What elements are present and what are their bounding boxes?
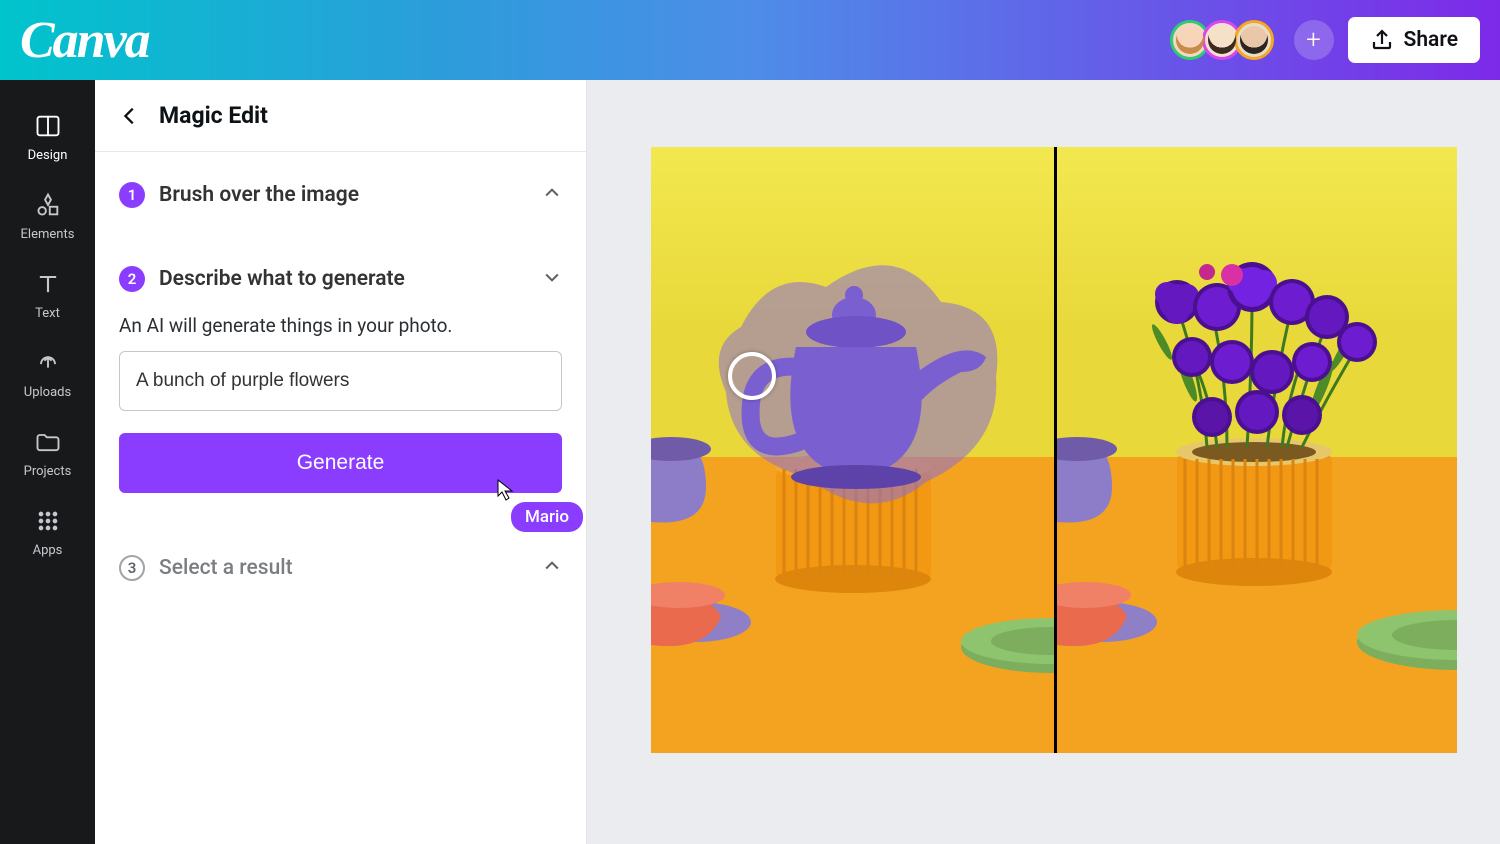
step-2[interactable]: 2 Describe what to generate — [119, 258, 562, 300]
magic-edit-panel: Magic Edit 1 Brush over the image 2 Desc… — [95, 80, 587, 844]
sidebar-item-text[interactable]: Text — [0, 256, 95, 335]
back-button[interactable] — [119, 105, 141, 127]
step-number: 3 — [119, 555, 145, 581]
step-label: Brush over the image — [159, 183, 359, 207]
step-1[interactable]: 1 Brush over the image — [119, 174, 562, 216]
canvas-area[interactable] — [587, 80, 1500, 844]
sidebar-item-label: Text — [35, 306, 60, 321]
step-description: An AI will generate things in your photo… — [119, 314, 562, 337]
app-header: Canva + Share — [0, 0, 1500, 80]
apps-icon — [34, 507, 62, 535]
sidebar-item-label: Elements — [21, 227, 75, 242]
header-actions: + Share — [1170, 17, 1480, 63]
add-collaborator-button[interactable]: + — [1294, 20, 1334, 60]
sidebar-item-label: Projects — [24, 464, 72, 479]
sidebar-item-design[interactable]: Design — [0, 98, 95, 177]
after-image[interactable] — [1057, 147, 1457, 753]
avatar[interactable] — [1234, 20, 1274, 60]
share-label: Share — [1404, 28, 1458, 52]
before-image[interactable] — [651, 147, 1054, 753]
step-label: Describe what to generate — [159, 267, 405, 291]
sidebar-item-projects[interactable]: Projects — [0, 414, 95, 493]
text-icon — [34, 270, 62, 298]
chevron-left-icon — [119, 105, 141, 127]
cursor-icon — [497, 479, 515, 501]
panel-body: 1 Brush over the image 2 Describe what t… — [95, 152, 586, 611]
sidebar-item-label: Apps — [33, 543, 63, 558]
generate-button[interactable]: Generate — [119, 433, 562, 493]
collaborator-name-badge: Mario — [511, 502, 583, 532]
projects-icon — [34, 428, 62, 456]
canva-logo: Canva — [20, 11, 149, 70]
chevron-down-icon — [542, 267, 562, 291]
panel-header: Magic Edit — [95, 80, 586, 152]
uploads-icon — [34, 349, 62, 377]
sidebar-item-label: Design — [28, 148, 68, 163]
step-number: 2 — [119, 266, 145, 292]
chevron-up-icon — [542, 183, 562, 207]
collaborator-avatars — [1170, 20, 1274, 60]
before-after-pair — [651, 147, 1457, 753]
step-label: Select a result — [159, 556, 293, 580]
sidebar-item-apps[interactable]: Apps — [0, 493, 95, 572]
sidebar-item-label: Uploads — [24, 385, 71, 400]
left-sidebar: Design Elements Text Uploads Projects Ap… — [0, 80, 95, 844]
brush-cursor[interactable] — [728, 352, 776, 400]
design-icon — [34, 112, 62, 140]
chevron-up-icon — [542, 556, 562, 580]
step-number: 1 — [119, 182, 145, 208]
share-button[interactable]: Share — [1348, 17, 1480, 63]
step-3[interactable]: 3 Select a result — [119, 547, 562, 589]
sidebar-item-elements[interactable]: Elements — [0, 177, 95, 256]
sidebar-item-uploads[interactable]: Uploads — [0, 335, 95, 414]
elements-icon — [34, 191, 62, 219]
prompt-input[interactable] — [119, 351, 562, 411]
share-icon — [1370, 28, 1394, 52]
panel-title: Magic Edit — [159, 102, 268, 129]
